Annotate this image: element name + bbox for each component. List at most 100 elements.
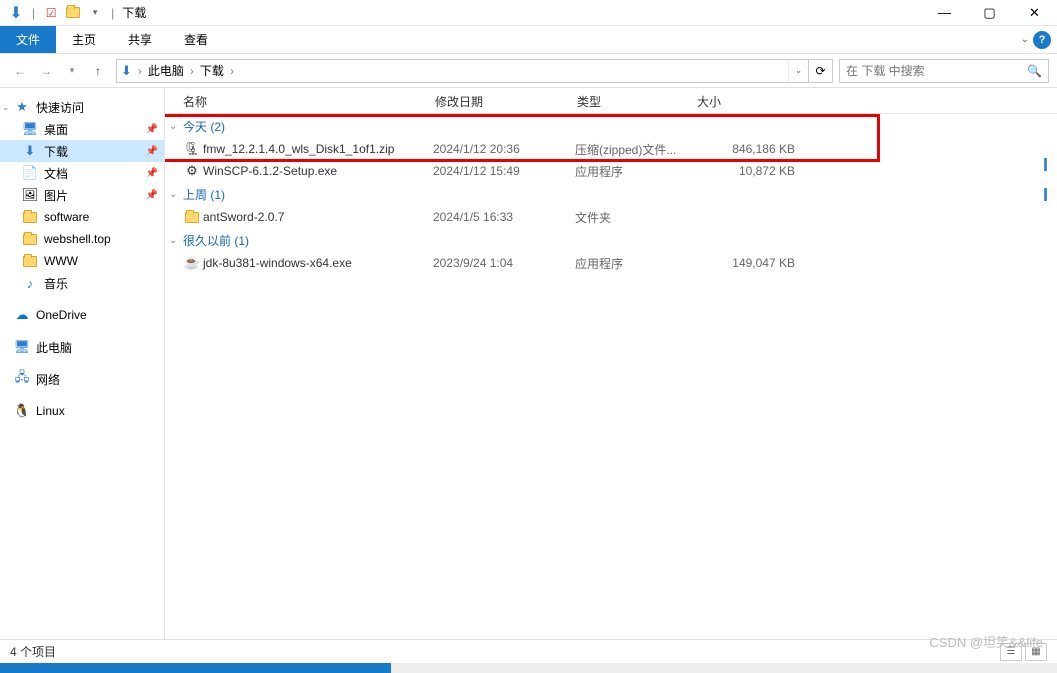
search-box[interactable]: 🔍 (839, 59, 1049, 83)
nav-desktop[interactable]: 🖥 桌面 📌 (0, 118, 164, 140)
group-header-today[interactable]: ⌄ 今天 (2) (165, 114, 1057, 138)
file-row[interactable]: ☕ jdk-8u381-windows-x64.exe 2023/9/24 1:… (165, 252, 1057, 274)
file-name: antSword-2.0.7 (203, 210, 284, 224)
file-size: 10,872 KB (695, 164, 815, 178)
file-name: fmw_12.2.1.4.0_wls_Disk1_1of1.zip (203, 142, 394, 156)
separator: | (111, 6, 114, 20)
nav-onedrive[interactable]: ☁ OneDrive (0, 304, 164, 326)
nav-linux[interactable]: 🐧 Linux (0, 400, 164, 422)
java-icon: ☕ (183, 255, 201, 271)
back-button[interactable]: ← (8, 59, 32, 83)
onedrive-icon: ☁ (14, 307, 30, 323)
refresh-button[interactable]: ⟳ (808, 60, 832, 82)
nav-label: Linux (36, 404, 65, 418)
search-icon[interactable]: 🔍 (1027, 64, 1042, 78)
pin-icon: 📌 (146, 146, 158, 157)
folder-icon (22, 209, 38, 225)
nav-label: 快速访问 (36, 99, 84, 116)
pin-icon: 📌 (146, 190, 158, 201)
breadcrumb[interactable]: ⬇ › 此电脑 › 下载 › ⌄ ⟳ (116, 59, 833, 83)
desktop-icon: 🖥 (22, 121, 38, 137)
maximize-button[interactable]: ▢ (967, 0, 1012, 26)
file-row[interactable]: 🗜 fmw_12.2.1.4.0_wls_Disk1_1of1.zip 2024… (165, 138, 1057, 160)
status-bar: 4 个项目 ☰ ▦ (0, 639, 1057, 663)
chevron-down-icon: ⌄ (169, 189, 183, 200)
downloads-path-icon: ⬇ (117, 63, 136, 79)
close-button[interactable]: ✕ (1012, 0, 1057, 26)
minimize-button[interactable]: — (922, 0, 967, 26)
up-button[interactable]: ↑ (86, 59, 110, 83)
nav-documents[interactable]: 📄 文档 📌 (0, 162, 164, 184)
nav-pictures[interactable]: 🖼 图片 📌 (0, 184, 164, 206)
file-name: jdk-8u381-windows-x64.exe (203, 256, 352, 270)
tab-file[interactable]: 文件 (0, 26, 56, 53)
pc-icon: 🖥 (14, 339, 30, 355)
window-controls: — ▢ ✕ (922, 0, 1057, 26)
nav-music[interactable]: ♪ 音乐 (0, 272, 164, 294)
file-row[interactable]: antSword-2.0.7 2024/1/5 16:33 文件夹 (165, 206, 1057, 228)
nav-label: 桌面 (44, 121, 68, 138)
file-type: 应用程序 (575, 163, 695, 180)
file-date: 2023/9/24 1:04 (433, 256, 575, 270)
qat-dropdown-icon[interactable]: ▾ (85, 3, 105, 23)
file-list: 名称 修改日期 类型 大小 ⌄ 今天 (2) 🗜 fmw_12.2.1.4.0_… (165, 88, 1057, 639)
chevron-down-icon: ⌄ (2, 102, 10, 113)
file-size: 149,047 KB (695, 256, 815, 270)
forward-button[interactable]: → (34, 59, 58, 83)
chevron-down-icon: ⌄ (169, 121, 183, 132)
tab-share[interactable]: 共享 (112, 26, 168, 53)
ribbon-tabs: 文件 主页 共享 查看 ⌄ ? (0, 26, 1057, 54)
recent-dropdown-icon[interactable]: ▾ (60, 59, 84, 83)
nav-label: 文档 (44, 165, 68, 182)
nav-label: WWW (44, 254, 78, 268)
chevron-right-icon[interactable]: › (136, 64, 144, 78)
pin-icon: 📌 (146, 168, 158, 179)
navigation-bar: ← → ▾ ↑ ⬇ › 此电脑 › 下载 › ⌄ ⟳ 🔍 (0, 54, 1057, 88)
col-header-name[interactable]: 名称 (183, 93, 435, 110)
tab-view[interactable]: 查看 (168, 26, 224, 53)
checkbox-icon[interactable]: ☑ (41, 3, 61, 23)
col-header-size[interactable]: 大小 (697, 93, 817, 110)
breadcrumb-dropdown-icon[interactable]: ⌄ (788, 60, 808, 82)
folder-qat-icon[interactable] (63, 3, 83, 23)
col-header-type[interactable]: 类型 (577, 93, 697, 110)
main-area: ⌄ ★ 快速访问 🖥 桌面 📌 ⬇ 下载 📌 📄 文档 📌 🖼 图片 📌 sof… (0, 88, 1057, 639)
file-date: 2024/1/12 20:36 (433, 142, 575, 156)
nav-this-pc[interactable]: 🖥 此电脑 (0, 336, 164, 358)
ribbon-chevron-icon[interactable]: ⌄ (1021, 34, 1029, 45)
breadcrumb-seg-thispc[interactable]: 此电脑 (144, 62, 188, 79)
nav-software[interactable]: software (0, 206, 164, 228)
nav-label: 下载 (44, 143, 68, 160)
file-type: 文件夹 (575, 209, 695, 226)
folder-icon (22, 253, 38, 269)
chevron-right-icon[interactable]: › (228, 64, 236, 78)
nav-label: webshell.top (44, 232, 111, 246)
tab-home[interactable]: 主页 (56, 26, 112, 53)
nav-label: 图片 (44, 187, 68, 204)
file-date: 2024/1/5 16:33 (433, 210, 575, 224)
search-input[interactable] (846, 64, 1027, 78)
group-header-lastweek[interactable]: ⌄ 上周 (1) (165, 182, 1057, 206)
breadcrumb-seg-downloads[interactable]: 下载 (196, 62, 228, 79)
network-icon: 🖧 (14, 371, 30, 387)
col-header-date[interactable]: 修改日期 (435, 93, 577, 110)
nav-www[interactable]: WWW (0, 250, 164, 272)
progress-fill (0, 663, 391, 673)
edge-decoration: II (1043, 150, 1057, 210)
nav-webshell[interactable]: webshell.top (0, 228, 164, 250)
nav-network[interactable]: 🖧 网络 (0, 368, 164, 390)
nav-quick-access[interactable]: ⌄ ★ 快速访问 (0, 96, 164, 118)
zip-icon: 🗜 (183, 141, 201, 157)
group-label: 上周 (1) (183, 186, 225, 203)
exe-icon: ⚙ (183, 163, 201, 179)
titlebar: ⬇ | ☑ ▾ | 下载 — ▢ ✕ (0, 0, 1057, 26)
help-icon[interactable]: ? (1033, 31, 1051, 49)
file-row[interactable]: ⚙ WinSCP-6.1.2-Setup.exe 2024/1/12 15:49… (165, 160, 1057, 182)
file-date: 2024/1/12 15:49 (433, 164, 575, 178)
progress-bar (0, 663, 1057, 673)
group-header-longago[interactable]: ⌄ 很久以前 (1) (165, 228, 1057, 252)
nav-downloads[interactable]: ⬇ 下载 📌 (0, 140, 164, 162)
chevron-right-icon[interactable]: › (188, 64, 196, 78)
folder-icon (22, 231, 38, 247)
column-headers: 名称 修改日期 类型 大小 (165, 90, 1057, 114)
